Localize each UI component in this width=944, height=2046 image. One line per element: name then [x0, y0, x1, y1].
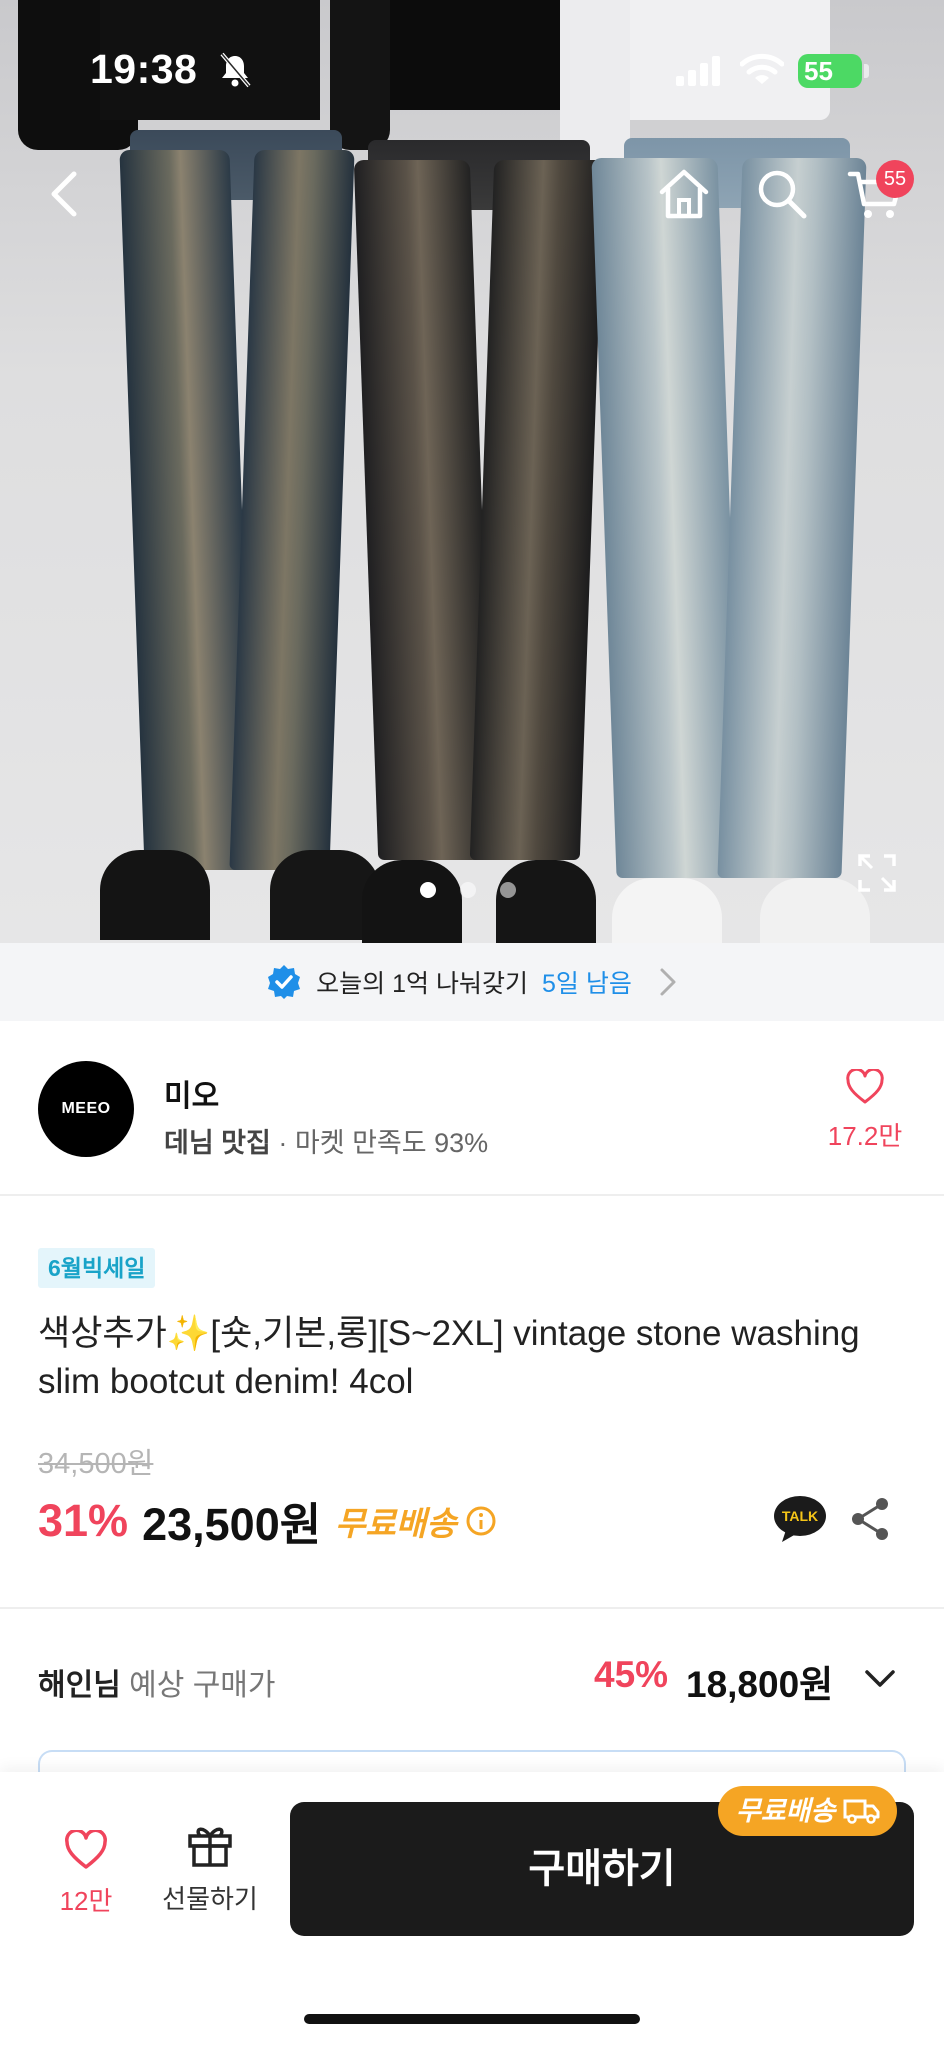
status-bar: 19:38 55 — [0, 0, 944, 140]
discount-rate: 31% — [38, 1494, 129, 1546]
ship-badge-label: 무료배송 — [736, 1796, 836, 1826]
bottom-action-bar: 12만 선물하기 구매하기 무료배송 — [0, 1772, 944, 2046]
like-count: 12만 — [59, 1886, 113, 1916]
gift-button[interactable]: 선물하기 — [160, 1822, 260, 1916]
truck-icon — [843, 1799, 880, 1824]
banner-highlight: 5일 남음 — [541, 970, 632, 998]
event-banner[interactable]: 오늘의 1억 나눠갖기 5일 남음 — [0, 943, 944, 1021]
product-title: 색상추가✨[숏,기본,롱][S~2XL] vintage stone washi… — [38, 1314, 860, 1401]
gallery-dot[interactable] — [500, 882, 516, 898]
expected-discount: 45% — [594, 1654, 669, 1695]
expected-label-text: 예상 구매가 — [129, 1669, 276, 1702]
bell-slash-icon — [220, 52, 251, 88]
banner-text: 오늘의 1억 나눠갖기 — [316, 970, 528, 998]
sale-price: 23,500원 — [142, 1499, 322, 1550]
seller-satisfaction: · 마켓 만족도 93% — [278, 1128, 489, 1158]
battery-tip — [864, 64, 869, 78]
sale-tag: 6월빅세일 — [38, 1248, 156, 1288]
like-button[interactable]: 12만 — [50, 1828, 122, 1918]
price-row: 31% 23,500원 무료배송 — [38, 1488, 497, 1553]
chevron-right-icon — [660, 968, 676, 996]
seller-like-button[interactable]: 17.2만 — [820, 1067, 910, 1153]
svg-text:TALK: TALK — [782, 1508, 818, 1524]
product-image-gallery[interactable]: 19:38 55 55 — [0, 0, 944, 943]
seller-meta: 데님 맛집 · 마켓 만족도 93% — [164, 1121, 488, 1160]
signal-icon — [676, 56, 720, 86]
seller-category: 데님 맛집 — [164, 1128, 271, 1158]
cart-count-badge: 55 — [876, 160, 914, 198]
verified-badge-icon — [268, 965, 301, 999]
original-price: 34,500원 — [38, 1448, 154, 1480]
home-icon[interactable] — [654, 164, 714, 224]
gallery-pagination — [420, 882, 516, 898]
user-name: 해인님 — [38, 1669, 121, 1702]
status-time: 19:38 — [90, 46, 198, 92]
free-shipping-label: 무료배송 — [335, 1504, 457, 1542]
back-chevron-icon[interactable] — [36, 164, 96, 224]
home-indicator — [304, 2014, 640, 2024]
expand-icon[interactable] — [856, 852, 898, 894]
gallery-dot[interactable] — [460, 882, 476, 898]
seller-section[interactable]: MEEO 미오 데님 맛집 · 마켓 만족도 93% 17.2만 — [0, 1021, 944, 1196]
expected-price-row[interactable]: 해인님 예상 구매가 45% 18,800원 — [0, 1640, 944, 1720]
heart-icon — [65, 1828, 107, 1869]
search-icon[interactable] — [752, 164, 812, 224]
free-shipping-badge: 무료배송 — [718, 1786, 898, 1836]
seller-like-count: 17.2만 — [827, 1121, 903, 1151]
battery-level: 55 — [804, 56, 833, 86]
heart-icon — [846, 1067, 884, 1104]
expected-price-label: 해인님 예상 구매가 — [38, 1660, 276, 1704]
chevron-down-icon[interactable] — [862, 1664, 898, 1692]
gift-label: 선물하기 — [162, 1884, 258, 1914]
wifi-icon — [740, 53, 784, 84]
kakaotalk-icon[interactable]: TALK — [772, 1494, 828, 1546]
battery-charging-icon: 55 — [798, 54, 862, 88]
expected-price: 18,800원 — [686, 1664, 834, 1705]
seller-name[interactable]: 미오 — [164, 1071, 219, 1115]
section-divider — [0, 1607, 944, 1609]
share-icon[interactable] — [848, 1496, 892, 1542]
seller-logo[interactable]: MEEO — [38, 1061, 134, 1157]
info-icon[interactable] — [465, 1505, 497, 1537]
gallery-dot[interactable] — [420, 882, 436, 898]
gift-icon — [188, 1827, 232, 1867]
